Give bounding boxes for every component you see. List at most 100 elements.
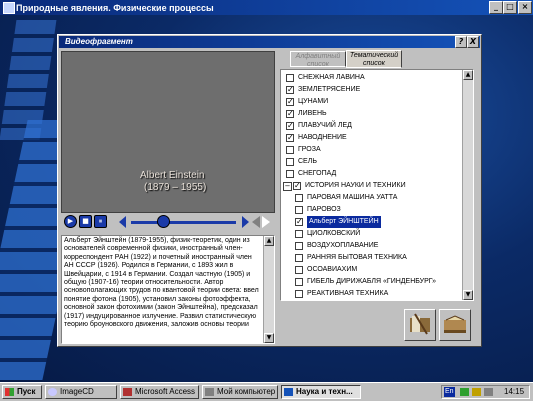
play-button[interactable]: ▶	[64, 215, 77, 228]
topic-item[interactable]: РАННЯЯ БЫТОВАЯ ТЕХНИКА	[281, 252, 461, 264]
pause-button[interactable]: ⏸	[94, 215, 107, 228]
maximize-button[interactable]: □	[503, 1, 517, 14]
rewind-icon[interactable]	[119, 216, 126, 228]
scroll-down-arrow[interactable]: ▼	[264, 333, 274, 343]
topic-item[interactable]: ✓ ПЛАВУЧИЙ ЛЕД	[281, 120, 461, 132]
topic-item[interactable]: ВОЗДУХОПЛАВАНИЕ	[281, 240, 461, 252]
topic-checkbox[interactable]	[295, 278, 303, 286]
topic-checkbox[interactable]: ✓	[293, 182, 301, 190]
topic-checkbox[interactable]	[286, 146, 294, 154]
topic-item[interactable]: ✓ ЦУНАМИ	[281, 96, 461, 108]
close-button[interactable]: ×	[518, 1, 532, 14]
scroll-down-arrow[interactable]: ▼	[463, 290, 473, 300]
topic-checkbox[interactable]	[295, 230, 303, 238]
app-title-bar: Природные явления. Физические процессы _…	[0, 0, 533, 15]
caption-name: Albert Einstein	[140, 170, 205, 181]
panel-title-bar: Видеофрагмент ? X	[59, 36, 480, 48]
topic-label: ЦИОЛКОВСКИЙ	[307, 230, 361, 237]
topic-item[interactable]: ✓ Альберт ЭЙНШТЕЙН	[281, 216, 461, 228]
topic-item[interactable]: СЕЛЬ	[281, 156, 461, 168]
topic-label: ПАРОВОЗ	[307, 206, 341, 213]
topic-list: СНЕЖНАЯ ЛАВИНА ✓ ЗЕМЛЕТРЯСЕНИЕ ✓ ЦУНАМИ ✓ ЛИВЕ…	[280, 69, 474, 301]
topic-item[interactable]: ГРОЗА	[281, 144, 461, 156]
topic-checkbox[interactable]	[286, 158, 294, 166]
topic-list-scrollbar[interactable]: ▲ ▼	[462, 70, 473, 300]
topic-item[interactable]: СНЕЖНАЯ ЛАВИНА	[281, 72, 461, 84]
start-button[interactable]: Пуск	[2, 385, 42, 399]
topic-item[interactable]: ГИБЕЛЬ ДИРИЖАБЛЯ «ГИНДЕНБУРГ»	[281, 276, 461, 288]
topic-checkbox[interactable]	[295, 266, 303, 274]
topic-checkbox[interactable]: ✓	[286, 134, 294, 142]
topic-label: ЦУНАМИ	[298, 98, 329, 105]
taskbar-item-my-computer[interactable]: Мой компьютер	[202, 385, 278, 399]
topic-checkbox[interactable]: ✓	[295, 218, 303, 226]
speaker-icon[interactable]	[484, 388, 493, 396]
taskbar-item-imagecd[interactable]: ImageCD	[45, 385, 117, 399]
topic-label: ОСОАВИАХИМ	[307, 266, 358, 273]
progress-thumb[interactable]	[156, 215, 170, 228]
desktop-background: Природные явления. Физические процессы _…	[0, 0, 533, 382]
topic-label: РАННЯЯ БЫТОВАЯ ТЕХНИКА	[307, 254, 407, 261]
topic-item[interactable]: ЦИОЛКОВСКИЙ	[281, 228, 461, 240]
description-box[interactable]: Альберт Эйнштейн (1879-1955), физик-теор…	[61, 235, 275, 344]
scroll-up-arrow[interactable]: ▲	[264, 236, 274, 246]
tray-icon-1[interactable]	[460, 388, 469, 396]
topic-checkbox[interactable]	[295, 242, 303, 250]
topic-checkbox[interactable]: ✓	[286, 122, 294, 130]
app-icon	[3, 2, 15, 14]
topic-checkbox[interactable]	[295, 254, 303, 262]
topic-label: ПАРОВАЯ МАШИНА УАТТА	[307, 194, 398, 201]
taskbar-item-label: Microsoft Access	[135, 387, 196, 396]
topic-item[interactable]: РЕАКТИВНАЯ ТЕХНИКА	[281, 288, 461, 300]
video-fragment-panel: Видеофрагмент ? X Albert Einstein (1879 …	[57, 34, 482, 347]
player-controls: ▶ ■ ⏸	[61, 213, 273, 231]
language-indicator[interactable]: En	[444, 387, 455, 397]
tray-icon-2[interactable]	[472, 388, 481, 396]
scroll-up-arrow[interactable]: ▲	[463, 70, 473, 80]
topic-checkbox[interactable]: ✓	[286, 98, 294, 106]
video-player[interactable]: Albert Einstein (1879 – 1955)	[61, 51, 275, 213]
topic-label: РЕАКТИВНАЯ ТЕХНИКА	[307, 290, 389, 297]
tab-alphabetical[interactable]: Алфавитный список	[290, 51, 346, 68]
topic-label: ИСТОРИЯ НАУКИ И ТЕХНИКИ	[305, 182, 406, 189]
topic-item[interactable]: ПАРОВОЗ	[281, 204, 461, 216]
topic-label: Альберт ЭЙНШТЕЙН	[307, 216, 381, 228]
taskbar-item-label: Мой компьютер	[217, 387, 276, 396]
stop-button[interactable]: ■	[79, 215, 92, 228]
topic-item[interactable]: ОСОАВИАХИМ	[281, 264, 461, 276]
topic-checkbox[interactable]: ✓	[286, 110, 294, 118]
book-icon	[410, 313, 430, 335]
topic-item[interactable]: ✓ ЗЕМЛЕТРЯСЕНИЕ	[281, 84, 461, 96]
topic-checkbox[interactable]: ✓	[286, 86, 294, 94]
topic-checkbox[interactable]	[295, 194, 303, 202]
tool-button-2[interactable]	[439, 309, 471, 341]
video-caption: Albert Einstein (1879 – 1955)	[140, 170, 206, 194]
progress-track[interactable]	[131, 221, 236, 224]
topic-item[interactable]: − ✓ ИСТОРИЯ НАУКИ И ТЕХНИКИ	[281, 180, 461, 192]
topic-checkbox[interactable]	[295, 290, 303, 298]
tab-thematic[interactable]: Тематический список	[346, 50, 402, 68]
panel-close-button[interactable]: X	[467, 36, 479, 48]
next-arrow-icon[interactable]	[262, 216, 270, 228]
topic-item[interactable]: ПАРОВАЯ МАШИНА УАТТА	[281, 192, 461, 204]
prev-arrow-icon[interactable]	[252, 216, 260, 228]
taskbar-item-access[interactable]: Microsoft Access	[120, 385, 199, 399]
topic-label: ПЛАВУЧИЙ ЛЕД	[298, 122, 352, 129]
description-scrollbar[interactable]: ▲ ▼	[263, 236, 274, 343]
topic-item[interactable]: ✓ ЛИВЕНЬ	[281, 108, 461, 120]
topic-label: НАВОДНЕНИЕ	[298, 134, 347, 141]
start-label: Пуск	[17, 387, 36, 396]
topic-item[interactable]: СНЕГОПАД	[281, 168, 461, 180]
topic-checkbox[interactable]	[286, 170, 294, 178]
forward-icon[interactable]	[242, 216, 249, 228]
tool-button-1[interactable]	[404, 309, 436, 341]
collapse-icon[interactable]: −	[283, 182, 292, 191]
topic-label: СНЕЖНАЯ ЛАВИНА	[298, 74, 365, 81]
taskbar-item-science[interactable]: Наука и техн...	[281, 385, 361, 399]
help-button[interactable]: ?	[455, 36, 467, 48]
topic-item[interactable]: ✓ НАВОДНЕНИЕ	[281, 132, 461, 144]
topic-checkbox[interactable]	[295, 206, 303, 214]
topic-checkbox[interactable]	[286, 74, 294, 82]
caption-years: (1879 – 1955)	[144, 182, 207, 193]
minimize-button[interactable]: _	[489, 1, 503, 14]
